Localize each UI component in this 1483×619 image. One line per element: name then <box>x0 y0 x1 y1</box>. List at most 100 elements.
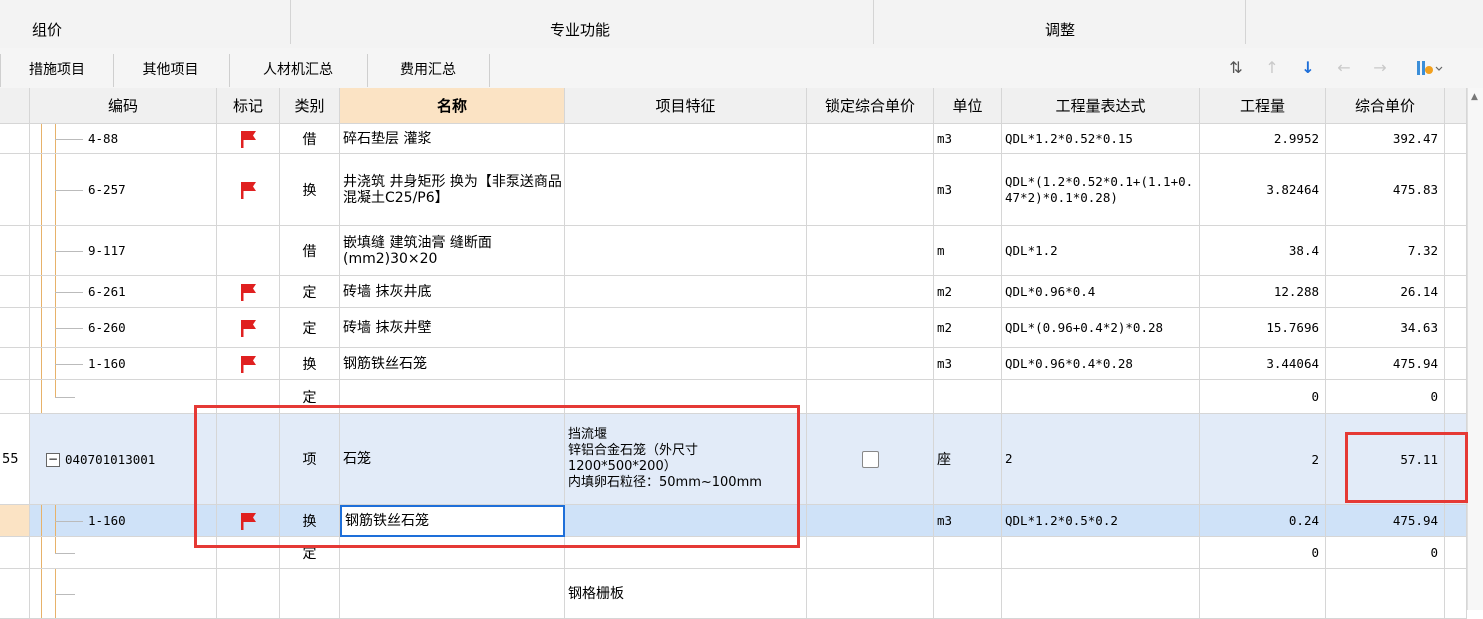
cell-code[interactable]: 6-260 <box>30 308 217 348</box>
cell-expr[interactable]: QDL*0.96*0.4 <box>1002 276 1200 308</box>
cell-lock[interactable] <box>807 569 934 619</box>
cell-code[interactable] <box>30 380 217 414</box>
cell-code[interactable]: 1-160 <box>30 348 217 380</box>
cell-price[interactable]: 475.94 <box>1326 348 1445 380</box>
cell-code[interactable]: 6-261 <box>30 276 217 308</box>
col-header[interactable]: 名称 <box>340 88 565 124</box>
col-header[interactable]: 类别 <box>280 88 340 124</box>
cell-feature[interactable]: 钢格栅板 <box>565 569 807 619</box>
cell-price[interactable]: 475.94 <box>1326 505 1445 537</box>
cell-name[interactable]: 钢筋铁丝石笼 <box>340 348 565 380</box>
move-right-icon[interactable]: → <box>1370 58 1390 78</box>
cell-code[interactable]: 6-257 <box>30 154 217 226</box>
cell-name[interactable]: 石笼 <box>340 414 565 505</box>
cell-price[interactable] <box>1326 569 1445 619</box>
cell-code[interactable]: 4-88 <box>30 124 217 154</box>
cell-price[interactable]: 0 <box>1326 380 1445 414</box>
cell-name[interactable]: 钢筋铁丝石笼 <box>340 505 565 537</box>
col-header[interactable]: 编码 <box>30 88 217 124</box>
cell-name[interactable]: 井浇筑 井身矩形 换为【非泵送商品混凝土C25/P6】 <box>340 154 565 226</box>
col-header[interactable]: 标记 <box>217 88 280 124</box>
move-left-icon[interactable]: ← <box>1334 58 1354 78</box>
table-row[interactable]: 1-160 换钢筋铁丝石笼 m3 QDL*0.96*0.4*0.28 3.44064 47… <box>0 348 1483 380</box>
cell-qty[interactable]: 15.7696 <box>1200 308 1326 348</box>
cell-qty[interactable]: 3.44064 <box>1200 348 1326 380</box>
cell-price[interactable]: 7.32 <box>1326 226 1445 276</box>
tab-other-items[interactable]: 其他项目 <box>112 54 230 87</box>
cell-lock[interactable] <box>807 348 934 380</box>
cell-feature[interactable] <box>565 505 807 537</box>
cell-unit[interactable]: m3 <box>934 154 1002 226</box>
col-header[interactable]: 综合单价 <box>1326 88 1445 124</box>
cell-name[interactable] <box>340 380 565 414</box>
cell-lock[interactable] <box>807 276 934 308</box>
cell-price[interactable]: 26.14 <box>1326 276 1445 308</box>
cell-qty[interactable]: 3.82464 <box>1200 154 1326 226</box>
cell-expr[interactable] <box>1002 380 1200 414</box>
cell-feature[interactable] <box>565 124 807 154</box>
cell-qty[interactable] <box>1200 569 1326 619</box>
cell-unit[interactable]: m3 <box>934 124 1002 154</box>
col-header[interactable]: 锁定综合单价 <box>807 88 934 124</box>
cell-expr[interactable]: QDL*1.2*0.5*0.2 <box>1002 505 1200 537</box>
cell-expr[interactable]: 2 <box>1002 414 1200 505</box>
col-header[interactable]: 单位 <box>934 88 1002 124</box>
cell-price[interactable]: 57.11 <box>1326 414 1445 505</box>
collapse-toggle-icon[interactable]: − <box>46 452 60 467</box>
cell-feature[interactable] <box>565 348 807 380</box>
cell-unit[interactable]: m3 <box>934 348 1002 380</box>
cell-lock[interactable] <box>807 380 934 414</box>
cell-code[interactable] <box>30 569 217 619</box>
cell-feature[interactable] <box>565 154 807 226</box>
cell-expr[interactable]: QDL*1.2 <box>1002 226 1200 276</box>
col-header[interactable]: 项目特征 <box>565 88 807 124</box>
cell-unit[interactable]: m <box>934 226 1002 276</box>
cell-qty[interactable]: 0.24 <box>1200 505 1326 537</box>
move-up-icon[interactable]: ↑ <box>1262 58 1282 78</box>
cell-name[interactable] <box>340 537 565 569</box>
table-row[interactable]: 钢格栅板 <box>0 569 1483 619</box>
cell-expr[interactable]: QDL*(0.96+0.4*2)*0.28 <box>1002 308 1200 348</box>
cell-code[interactable] <box>30 537 217 569</box>
cell-feature[interactable]: 挡流堰 锌铝合金石笼（外尺寸 1200*500*200） 内填卵石粒径：50mm… <box>565 414 807 505</box>
cell-qty[interactable]: 0 <box>1200 537 1326 569</box>
cell-lock[interactable] <box>807 124 934 154</box>
move-down-icon[interactable]: ↓ <box>1298 58 1318 78</box>
cell-feature[interactable] <box>565 380 807 414</box>
col-header[interactable]: 工程量表达式 <box>1002 88 1200 124</box>
lock-price-checkbox[interactable] <box>861 450 879 468</box>
cell-unit[interactable]: m2 <box>934 276 1002 308</box>
tab-measures[interactable]: 措施项目 <box>0 54 114 87</box>
cell-code[interactable]: 1-160 <box>30 505 217 537</box>
cell-unit[interactable] <box>934 569 1002 619</box>
cell-unit[interactable] <box>934 380 1002 414</box>
cell-lock[interactable] <box>807 226 934 276</box>
cell-expr[interactable]: QDL*1.2*0.52*0.15 <box>1002 124 1200 154</box>
cell-expr[interactable] <box>1002 569 1200 619</box>
tab-labor-material-summary[interactable]: 人材机汇总 <box>229 54 368 87</box>
vertical-scrollbar[interactable]: ▲ <box>1467 88 1483 610</box>
table-row-bill-item[interactable]: 55 −040701013001 项石笼 挡流堰 锌铝合金石笼（外尺寸 1200*50… <box>0 414 1483 505</box>
scroll-up-icon[interactable]: ▲ <box>1471 92 1478 102</box>
cell-feature[interactable] <box>565 537 807 569</box>
cell-expr[interactable]: QDL*0.96*0.4*0.28 <box>1002 348 1200 380</box>
cell-expr[interactable]: QDL*(1.2*0.52*0.1+(1.1+0.47*2)*0.1*0.28) <box>1002 154 1200 226</box>
table-row[interactable]: 6-257 换井浇筑 井身矩形 换为【非泵送商品混凝土C25/P6】 m3 QDL*(… <box>0 154 1483 226</box>
cell-expr[interactable] <box>1002 537 1200 569</box>
cell-feature[interactable] <box>565 276 807 308</box>
cell-unit[interactable]: m2 <box>934 308 1002 348</box>
cell-name[interactable] <box>340 569 565 619</box>
table-row[interactable]: 9-117 借嵌填缝 建筑油膏 缝断面(mm2)30×20 m QDL*1.2 38.4… <box>0 226 1483 276</box>
cell-unit[interactable] <box>934 537 1002 569</box>
cell-qty[interactable]: 38.4 <box>1200 226 1326 276</box>
column-settings-icon[interactable] <box>1414 58 1444 78</box>
table-row[interactable]: 4-88 借碎石垫层 灌浆 m3 QDL*1.2*0.52*0.15 2.9952 392… <box>0 124 1483 154</box>
table-row[interactable]: 6-260 定砖墙 抹灰井壁 m2 QDL*(0.96+0.4*2)*0.28 15.7… <box>0 308 1483 348</box>
table-row[interactable]: 6-261 定砖墙 抹灰井底 m2 QDL*0.96*0.4 12.288 26.14 <box>0 276 1483 308</box>
cell-qty[interactable]: 2 <box>1200 414 1326 505</box>
cell-unit[interactable]: 座 <box>934 414 1002 505</box>
cell-name[interactable]: 碎石垫层 灌浆 <box>340 124 565 154</box>
cell-price[interactable]: 475.83 <box>1326 154 1445 226</box>
table-row[interactable]: 定 00 <box>0 380 1483 414</box>
cell-lock[interactable] <box>807 505 934 537</box>
